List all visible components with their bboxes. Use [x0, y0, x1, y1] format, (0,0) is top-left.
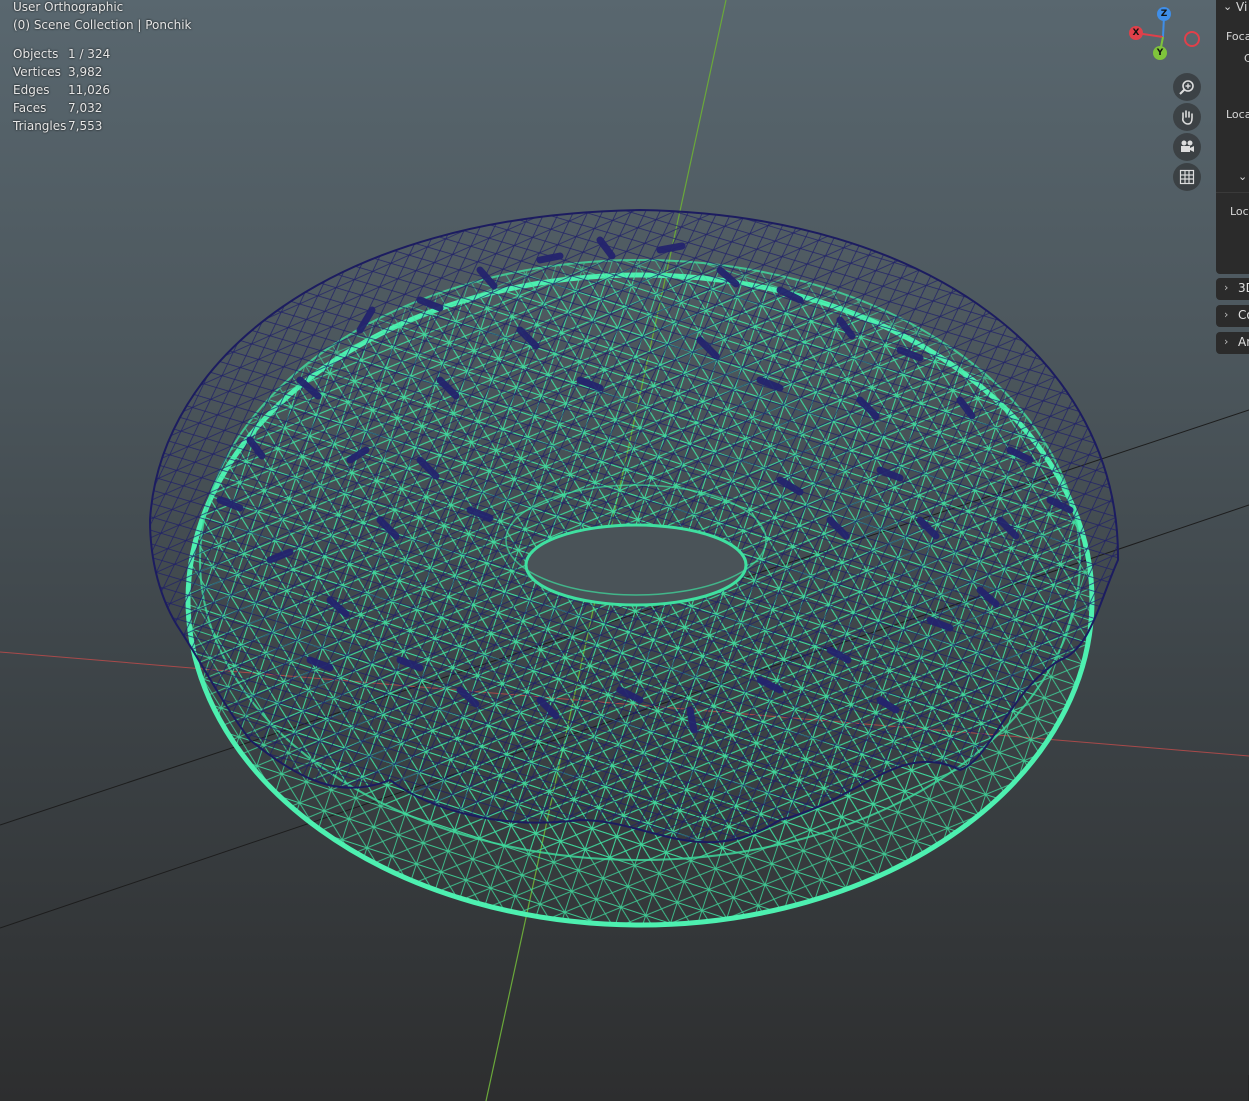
- view-name: User Orthographic: [13, 0, 124, 14]
- camera-icon: [1181, 140, 1194, 152]
- panel-tab-label: An: [1238, 335, 1249, 349]
- panel-divider: [1216, 192, 1249, 193]
- stat-row-faces: Faces 7,032: [13, 99, 110, 117]
- stat-label: Triangles: [13, 119, 67, 133]
- panel-tab-label: Co: [1238, 308, 1249, 322]
- axis-y-ball[interactable]: Y: [1153, 46, 1167, 60]
- donut-hole: [524, 523, 748, 607]
- stat-label: Objects: [13, 47, 59, 61]
- chevron-right-icon: ›: [1224, 308, 1229, 321]
- stat-row-edges: Edges 11,026: [13, 81, 110, 99]
- stat-label: Edges: [13, 83, 50, 97]
- zoom-icon: [1179, 80, 1194, 95]
- axis-x-ball[interactable]: X: [1129, 26, 1143, 40]
- panel-tab-3d-cursor[interactable]: › 3D: [1216, 278, 1249, 300]
- stat-value: 7,553: [68, 119, 103, 133]
- chevron-down-icon[interactable]: ⌄: [1238, 170, 1247, 183]
- focal-length-label: Foca: [1226, 30, 1249, 43]
- stat-value: 3,982: [68, 65, 103, 79]
- camera-view-button[interactable]: [1173, 133, 1201, 161]
- panel-header-view[interactable]: Vi: [1236, 0, 1247, 14]
- axis-neg-x-ball[interactable]: [1184, 31, 1200, 47]
- perspective-toggle-button[interactable]: [1173, 163, 1201, 191]
- wireframe-donut-scene: [0, 0, 1249, 1101]
- stat-label: Vertices: [13, 65, 61, 79]
- panel-tab-label: 3D: [1238, 281, 1249, 295]
- scene-statistics: Objects 1 / 324 Vertices 3,982 Edges 11,…: [13, 45, 110, 135]
- panel-tab-annotations[interactable]: › An: [1216, 332, 1249, 354]
- grid-icon: [1179, 169, 1195, 185]
- navigation-gizmo[interactable]: Z X Y: [1120, 4, 1202, 66]
- stat-value: 11,026: [68, 83, 110, 97]
- stat-label: Faces: [13, 101, 47, 115]
- chevron-right-icon: ›: [1224, 281, 1229, 294]
- 3d-viewport[interactable]: User Orthographic (0) Scene Collection |…: [0, 0, 1249, 1101]
- hand-pan-icon: [1182, 110, 1193, 125]
- pan-button[interactable]: [1173, 103, 1201, 131]
- stat-row-triangles: Triangles 7,553: [13, 117, 110, 135]
- chevron-right-icon: ›: [1224, 335, 1229, 348]
- donut-mesh: [148, 208, 1120, 928]
- lock-label: Loc: [1230, 205, 1249, 218]
- stat-row-vertices: Vertices 3,982: [13, 63, 110, 81]
- stat-value: 7,032: [68, 101, 103, 115]
- stat-row-objects: Objects 1 / 324: [13, 45, 110, 63]
- chevron-down-icon[interactable]: ⌄: [1223, 0, 1232, 13]
- stat-value: 1 / 324: [68, 47, 111, 61]
- local-camera-label: Loca: [1226, 108, 1249, 121]
- collection-line: (0) Scene Collection | Ponchik: [13, 18, 192, 32]
- sidebar-panel[interactable]: ⌄ Vi Foca C Loca ⌄ Loc: [1216, 0, 1249, 274]
- zoom-button[interactable]: [1173, 73, 1201, 101]
- clip-label: C: [1244, 52, 1249, 65]
- axis-z-ball[interactable]: Z: [1157, 7, 1171, 21]
- panel-tab-collections[interactable]: › Co: [1216, 305, 1249, 327]
